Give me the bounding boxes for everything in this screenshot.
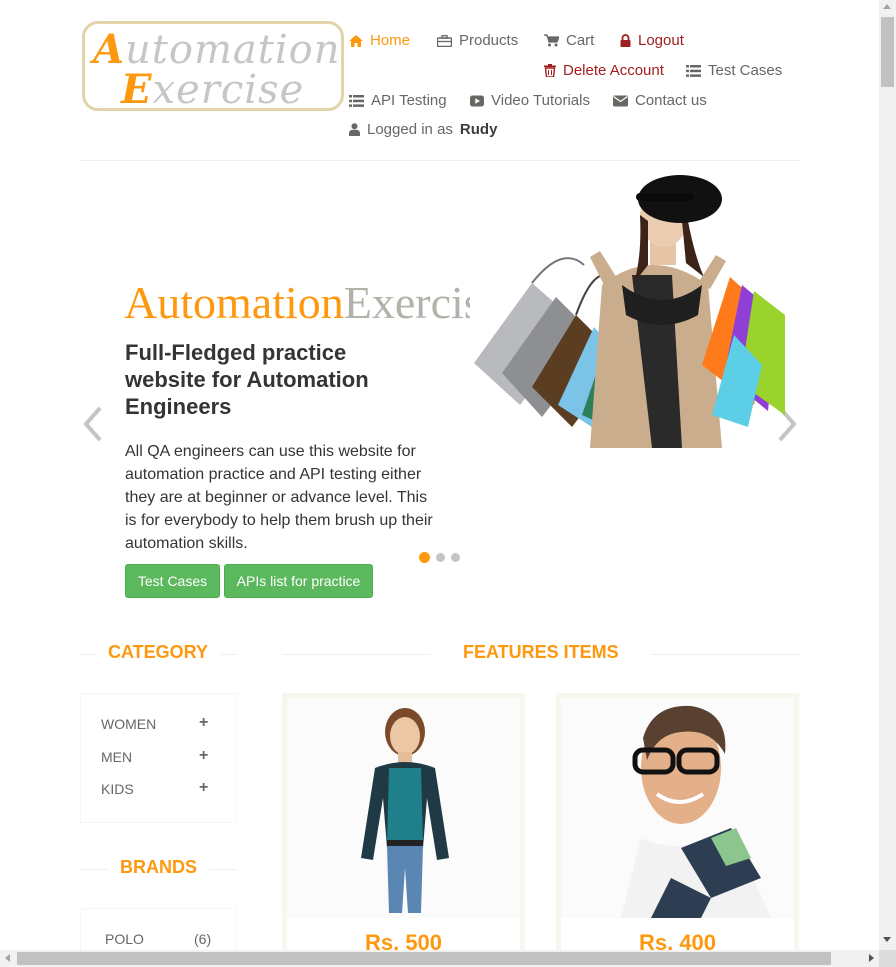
features-title: Features Items (431, 642, 651, 663)
slider-heading: Full-Fledged practice website for Automa… (125, 340, 369, 419)
briefcase-icon (437, 34, 452, 47)
header-divider (80, 160, 800, 161)
list-icon (686, 64, 701, 77)
brands-title: Brands (108, 857, 210, 878)
product-card: Rs. 400 (556, 693, 799, 967)
product-card: Rs. 500 (282, 693, 525, 967)
nav-video-tutorials-label: Video Tutorials (491, 92, 590, 109)
apis-list-button[interactable]: APIs list for practice (224, 564, 373, 598)
category-item-men[interactable]: MEN (101, 749, 132, 765)
cart-icon (544, 34, 559, 47)
nav-logout-label: Logout (638, 32, 684, 49)
horizontal-scroll-thumb[interactable] (17, 952, 831, 965)
category-title: Category (96, 642, 221, 663)
slider-brand-part2: Exercise (343, 278, 470, 328)
product-image-man (561, 698, 794, 918)
slider-description: All QA engineers can use this website fo… (125, 443, 433, 552)
scrollbar-corner (879, 950, 896, 967)
nav-delete-account[interactable]: Delete Account (544, 62, 664, 79)
plus-icon[interactable]: + (199, 747, 208, 765)
vertical-scrollbar[interactable] (879, 0, 896, 950)
nav-logout[interactable]: Logout (620, 32, 684, 49)
nav-video-tutorials[interactable]: Video Tutorials (470, 92, 590, 109)
nav-cart-label: Cart (566, 32, 595, 49)
nav-products[interactable]: Products (437, 32, 518, 49)
nav-api-testing[interactable]: API Testing (349, 92, 447, 109)
youtube-play-icon (470, 95, 484, 106)
envelope-icon (613, 95, 628, 106)
slider-dot-3[interactable] (451, 553, 460, 562)
logged-in-status: Logged in as Rudy (349, 121, 497, 138)
nav-contact-us[interactable]: Contact us (613, 92, 707, 109)
trash-icon (544, 64, 556, 77)
list-icon (349, 94, 364, 107)
brand-item-polo[interactable]: POLO (105, 931, 144, 947)
nav-products-label: Products (459, 32, 519, 49)
slider-brand-part1: Automation (124, 278, 344, 328)
site-logo[interactable]: Automation Exercise (82, 21, 344, 111)
scroll-up-arrow-icon[interactable] (883, 4, 891, 9)
nav-contact-us-label: Contact us (635, 92, 707, 109)
slider-prev-arrow[interactable] (80, 404, 104, 444)
product-image-woman (287, 698, 520, 918)
test-cases-button[interactable]: Test Cases (125, 564, 220, 598)
vertical-scroll-thumb[interactable] (881, 17, 894, 87)
scroll-down-arrow-icon[interactable] (883, 937, 891, 942)
scroll-right-arrow-icon[interactable] (869, 954, 874, 962)
nav-test-cases[interactable]: Test Cases (686, 62, 782, 79)
logged-in-username: Rudy (459, 121, 498, 138)
plus-icon[interactable]: + (199, 779, 208, 797)
user-icon (349, 123, 360, 136)
nav-api-testing-label: API Testing (371, 92, 447, 109)
nav-cart[interactable]: Cart (544, 32, 594, 49)
nav-delete-account-label: Delete Account (563, 62, 664, 79)
hero-shopping-girl-image (474, 175, 785, 448)
plus-icon[interactable]: + (199, 714, 208, 732)
lock-icon (620, 34, 631, 47)
nav-home[interactable]: Home (349, 32, 410, 49)
nav-home-label: Home (370, 32, 411, 49)
horizontal-scrollbar[interactable] (0, 950, 879, 967)
nav-test-cases-label: Test Cases (708, 62, 783, 79)
home-icon (349, 34, 363, 47)
logged-in-prefix: Logged in as (367, 121, 453, 138)
scroll-left-arrow-icon[interactable] (5, 954, 10, 962)
category-item-kids[interactable]: KIDS (101, 781, 134, 797)
category-item-women[interactable]: WOMEN (101, 716, 156, 732)
logo-line-exercise: Exercise (121, 66, 305, 111)
slider-dot-2[interactable] (436, 553, 445, 562)
brand-item-polo-count: (6) (194, 931, 212, 947)
slider-brand-title: AutomationExercise (124, 278, 470, 329)
slider-indicators (419, 552, 460, 563)
slider-dot-1[interactable] (419, 552, 430, 563)
category-panel: WOMEN + MEN + KIDS + (80, 693, 237, 823)
